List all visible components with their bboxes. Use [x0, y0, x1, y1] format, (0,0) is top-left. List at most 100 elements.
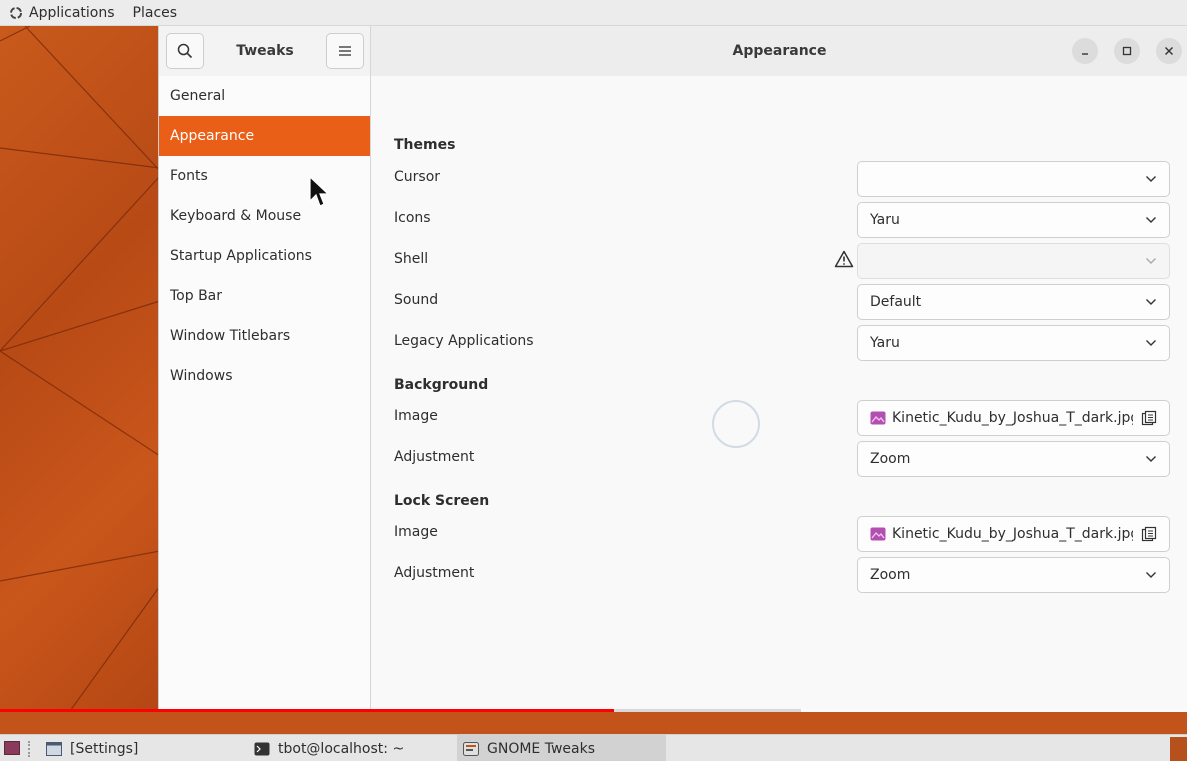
image-file-icon [870, 527, 886, 541]
search-icon [177, 43, 193, 59]
sound-label: Sound [394, 292, 439, 308]
chevron-down-icon [1146, 217, 1156, 223]
video-progress-bar[interactable] [0, 709, 1187, 712]
chevron-down-icon [1146, 572, 1156, 578]
headerbar: Tweaks Appearance [159, 26, 1187, 76]
sidebar-item-label: General [170, 88, 226, 104]
sidebar-item-label: Startup Applications [170, 248, 312, 264]
minimize-button[interactable] [1072, 38, 1098, 64]
close-icon [1165, 47, 1173, 55]
minimize-icon [1082, 53, 1088, 55]
cursor-dropdown[interactable] [857, 161, 1170, 197]
maximize-button[interactable] [1114, 38, 1140, 64]
sidebar-item-top-bar[interactable]: Top Bar [159, 276, 370, 316]
tweaks-app-icon [463, 741, 479, 756]
terminal-icon [254, 742, 270, 755]
taskbar-item-terminal[interactable]: tbot@localhost: ~ [248, 735, 448, 761]
background-image-chooser[interactable]: Kinetic_Kudu_by_Joshua_T_dark.jpg [857, 400, 1170, 436]
background-image-label: Image [394, 408, 438, 424]
mouse-pointer-icon [309, 176, 329, 207]
background-adjustment-value: Zoom [870, 451, 911, 467]
content-header: Appearance [371, 26, 1187, 76]
desktop-wallpaper [0, 26, 160, 711]
window-controls [1072, 38, 1182, 64]
legacy-applications-dropdown[interactable]: Yaru [857, 325, 1170, 361]
places-label: Places [132, 4, 178, 21]
sidebar-item-startup-applications[interactable]: Startup Applications [159, 236, 370, 276]
lock-screen-adjustment-value: Zoom [870, 567, 911, 583]
lock-screen-image-chooser[interactable]: Kinetic_Kudu_by_Joshua_T_dark.jpg [857, 516, 1170, 552]
chevron-down-icon [1146, 299, 1156, 305]
sidebar-item-keyboard-mouse[interactable]: Keyboard & Mouse [159, 196, 370, 236]
sidebar-item-label: Top Bar [170, 288, 223, 304]
menu-button[interactable] [326, 33, 364, 69]
wallpaper-lines [0, 26, 160, 711]
taskbar-item-label: tbot@localhost: ~ [278, 740, 405, 757]
background-image-value: Kinetic_Kudu_by_Joshua_T_dark.jpg [892, 410, 1133, 426]
close-button[interactable] [1156, 38, 1182, 64]
sidebar-item-appearance[interactable]: Appearance [159, 116, 370, 156]
applications-menu[interactable]: Applications [0, 0, 124, 26]
cursor-label: Cursor [394, 169, 441, 185]
sidebar-item-fonts[interactable]: Fonts [159, 156, 370, 196]
chevron-down-icon [1146, 258, 1156, 264]
chevron-down-icon [1146, 176, 1156, 182]
warning-icon [834, 250, 854, 268]
sidebar-item-label: Keyboard & Mouse [170, 208, 302, 224]
maximize-icon [1122, 46, 1132, 56]
window-icon [46, 741, 62, 756]
sidebar-item-label: Window Titlebars [170, 328, 291, 344]
sidebar-item-windows[interactable]: Windows [159, 356, 370, 396]
sidebar-item-label: Appearance [170, 128, 255, 144]
taskbar-item-settings[interactable]: [Settings] [40, 735, 240, 761]
search-button[interactable] [166, 33, 204, 69]
hamburger-icon [339, 46, 351, 56]
background-heading: Background [394, 377, 489, 393]
icons-dropdown[interactable]: Yaru [857, 202, 1170, 238]
sidebar-item-window-titlebars[interactable]: Window Titlebars [159, 316, 370, 356]
chevron-down-icon [1146, 456, 1156, 462]
shell-label: Shell [394, 251, 429, 267]
sound-dropdown[interactable]: Default [857, 284, 1170, 320]
lock-screen-heading: Lock Screen [394, 493, 490, 509]
background-adjustment-label: Adjustment [394, 449, 475, 465]
places-menu[interactable]: Places [124, 0, 187, 26]
sound-value: Default [870, 294, 922, 310]
video-progress-played [0, 709, 614, 712]
document-open-icon [1141, 410, 1157, 426]
lock-screen-image-label: Image [394, 524, 438, 540]
sidebar: General Appearance Fonts Keyboard & Mous… [159, 76, 371, 712]
show-desktop-icon[interactable] [4, 741, 20, 755]
taskbar-item-gnome-tweaks[interactable]: GNOME Tweaks [457, 735, 666, 761]
themes-heading: Themes [394, 137, 456, 153]
taskbar-item-label: [Settings] [70, 740, 139, 757]
page-title: Appearance [732, 43, 827, 59]
tweaks-window: Tweaks Appearance General Appearance Fon… [158, 26, 1187, 712]
chevron-down-icon [1146, 340, 1156, 346]
applications-label: Applications [29, 4, 115, 21]
loading-spinner-icon [712, 400, 760, 448]
workspace-switcher[interactable] [1170, 737, 1187, 761]
shell-dropdown[interactable] [857, 243, 1170, 279]
sidebar-header: Tweaks [159, 26, 371, 76]
legacy-applications-value: Yaru [870, 335, 900, 351]
icons-label: Icons [394, 210, 431, 226]
icons-value: Yaru [870, 212, 900, 228]
taskbar-item-label: GNOME Tweaks [487, 740, 595, 757]
gnome-foot-icon [10, 6, 22, 19]
sidebar-item-label: Fonts [170, 168, 208, 184]
lock-screen-image-value: Kinetic_Kudu_by_Joshua_T_dark.jpg [892, 526, 1133, 542]
sidebar-title: Tweaks [236, 43, 294, 59]
background-adjustment-dropdown[interactable]: Zoom [857, 441, 1170, 477]
legacy-applications-label: Legacy Applications [394, 333, 534, 349]
sidebar-item-label: Windows [170, 368, 233, 384]
document-open-icon [1141, 526, 1157, 542]
taskbar-handle [28, 741, 34, 757]
lock-screen-adjustment-label: Adjustment [394, 565, 475, 581]
appearance-panel: Themes Cursor Icons Yaru Shell Sound Def… [371, 76, 1187, 712]
top-panel: Applications Places [0, 0, 1187, 26]
image-file-icon [870, 411, 886, 425]
sidebar-item-general[interactable]: General [159, 76, 370, 116]
bottom-taskbar: [Settings] tbot@localhost: ~ GNOME Tweak… [0, 734, 1187, 761]
lock-screen-adjustment-dropdown[interactable]: Zoom [857, 557, 1170, 593]
